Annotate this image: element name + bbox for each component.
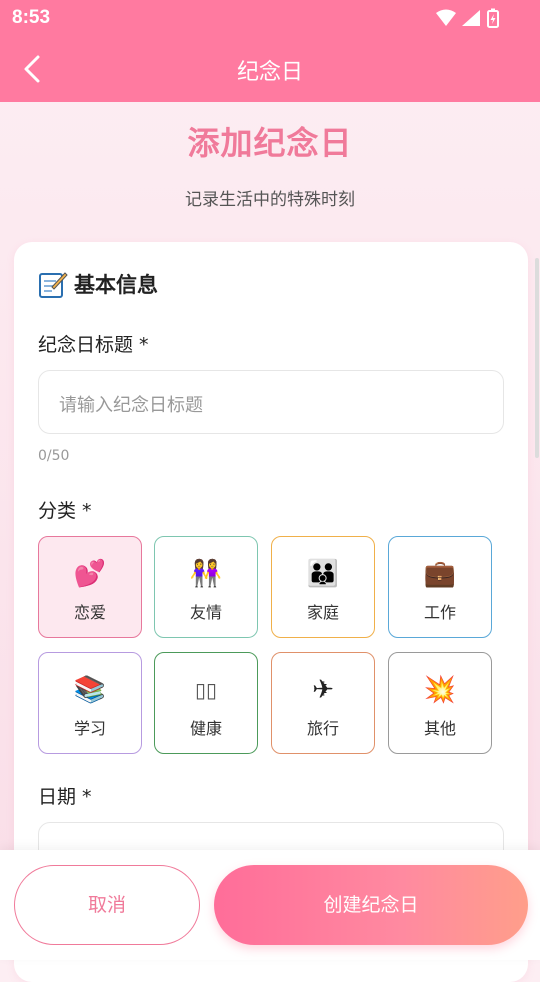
signal-icon [462, 10, 480, 26]
scrollbar[interactable] [535, 258, 539, 458]
category-item-other[interactable]: 💥 其他 [388, 652, 492, 754]
category-item-travel[interactable]: ✈ 旅行 [271, 652, 375, 754]
category-label-family: 家庭 [306, 603, 339, 622]
title-input-placeholder: 请输入纪念日标题 [59, 395, 203, 416]
status-time: 8:53 [12, 7, 51, 28]
category-item-health[interactable]: ▯▯ 健康 [154, 652, 258, 754]
title-input[interactable]: 请输入纪念日标题 [38, 370, 504, 434]
memo-icon [39, 272, 68, 298]
category-grid: 💕 恋爱 👭 友情 👪 家庭 💼 工作 📚 学习 ▯▯ 健康 ✈ 旅行 💥 其他 [38, 536, 508, 760]
battery-icon [487, 8, 499, 28]
two-hearts-icon: 💕 [73, 559, 107, 589]
category-label-friendship: 友情 [189, 603, 222, 622]
date-label: 日期 * [38, 786, 92, 808]
category-item-friendship[interactable]: 👭 友情 [154, 536, 258, 638]
category-label-travel: 旅行 [306, 719, 339, 738]
category-label-other: 其他 [423, 719, 456, 738]
friends-icon: 👭 [189, 559, 223, 589]
create-button[interactable]: 创建纪念日 [214, 865, 528, 945]
app-bar: 纪念日 [0, 36, 540, 102]
books-icon: 📚 [73, 675, 107, 705]
category-label-romance: 恋爱 [73, 603, 106, 622]
sparkle-icon: 💥 [423, 675, 457, 705]
char-counter: 0/50 [38, 448, 70, 464]
bottom-action-bar: 取消 创建纪念日 [0, 850, 540, 960]
wifi-icon [436, 9, 456, 26]
section-title: 基本信息 [74, 273, 158, 297]
airplane-icon: ✈ [312, 675, 334, 705]
category-label-study: 学习 [73, 719, 106, 738]
family-icon: 👪 [306, 559, 340, 589]
category-item-romance[interactable]: 💕 恋爱 [38, 536, 142, 638]
category-item-study[interactable]: 📚 学习 [38, 652, 142, 754]
category-item-work[interactable]: 💼 工作 [388, 536, 492, 638]
app-bar-title: 纪念日 [236, 60, 303, 85]
cancel-button[interactable]: 取消 [14, 865, 200, 945]
page-subtitle: 记录生活中的特殊时刻 [185, 190, 355, 210]
health-icon: ▯▯ [194, 678, 217, 702]
section-header: 基本信息 [38, 268, 158, 300]
category-item-family[interactable]: 👪 家庭 [271, 536, 375, 638]
page-title: 添加纪念日 [187, 124, 353, 162]
category-label-work: 工作 [423, 603, 456, 622]
status-bar: 8:53 [0, 0, 540, 36]
category-label-health: 健康 [189, 719, 222, 738]
status-icons [436, 8, 499, 28]
briefcase-icon: 💼 [423, 559, 457, 589]
title-field-label: 纪念日标题 * [38, 334, 149, 356]
category-label: 分类 * [38, 500, 92, 522]
